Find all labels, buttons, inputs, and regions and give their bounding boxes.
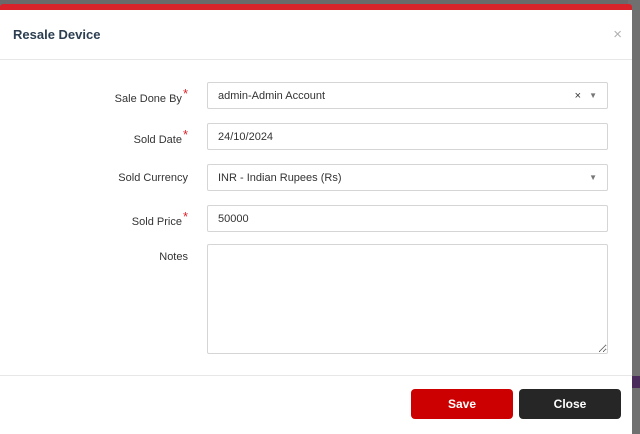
sale-done-by-label: Sale Done By* (114, 86, 188, 105)
save-button[interactable]: Save (411, 389, 513, 419)
required-marker: * (182, 127, 188, 142)
sold-price-label-text: Sold Price (131, 216, 182, 228)
clear-icon[interactable]: × (575, 90, 581, 102)
sold-price-input[interactable]: 50000 (207, 205, 608, 232)
close-button[interactable]: Close (519, 389, 621, 419)
resale-form: Sale Done By* admin-Admin Account × ▼ So… (0, 60, 632, 380)
resale-device-dialog: Resale Device × Sale Done By* admin-Admi… (0, 4, 632, 434)
modal-header: Resale Device × (0, 10, 632, 60)
notes-label: Notes (159, 251, 188, 263)
sold-date-label: Sold Date* (133, 127, 188, 146)
sold-currency-label: Sold Currency (118, 172, 188, 184)
chevron-down-icon[interactable]: ▼ (589, 91, 597, 100)
chevron-down-icon[interactable]: ▼ (589, 173, 597, 182)
close-icon[interactable]: × (613, 27, 622, 42)
sale-done-by-select[interactable]: admin-Admin Account × ▼ (207, 82, 608, 109)
required-marker: * (182, 209, 188, 224)
sold-price-value: 50000 (218, 212, 249, 225)
sold-date-input[interactable]: 24/10/2024 (207, 123, 608, 150)
sale-done-by-label-text: Sale Done By (114, 93, 182, 105)
sold-price-label: Sold Price* (131, 209, 188, 228)
sold-date-label-text: Sold Date (133, 134, 182, 146)
notes-textarea[interactable] (207, 244, 608, 354)
modal-title: Resale Device (13, 27, 101, 42)
sale-done-by-value: admin-Admin Account (218, 89, 325, 102)
required-marker: * (182, 86, 188, 101)
sold-date-value: 24/10/2024 (218, 130, 274, 143)
sold-currency-value: INR - Indian Rupees (Rs) (218, 171, 342, 184)
modal-footer: Save Close (0, 375, 632, 434)
sold-currency-select[interactable]: INR - Indian Rupees (Rs) ▼ (207, 164, 608, 191)
